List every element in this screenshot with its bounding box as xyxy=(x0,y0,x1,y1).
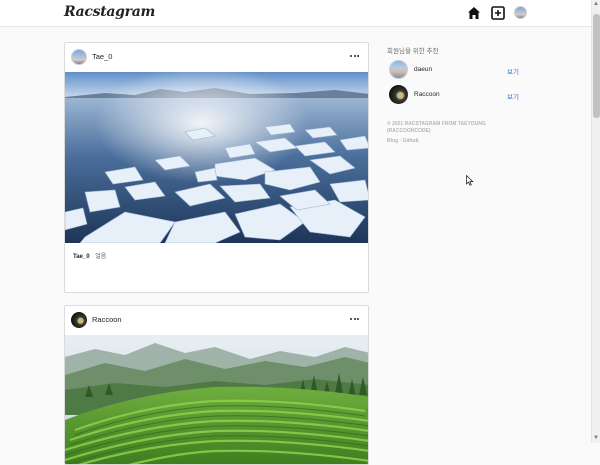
avatar[interactable] xyxy=(389,60,408,79)
top-navigation: Racstagram xyxy=(0,0,600,27)
view-profile-link[interactable]: 보기 xyxy=(507,66,519,76)
post-card: Tae_0 Tae_0 얼음 xyxy=(64,42,369,293)
home-icon[interactable] xyxy=(467,6,481,20)
profile-avatar[interactable] xyxy=(514,6,527,19)
suggestion-username[interactable]: daeun xyxy=(414,66,432,73)
mouse-cursor-icon xyxy=(466,175,474,186)
more-options-icon[interactable] xyxy=(350,318,359,321)
copyright-text: © 2021 Racstagram from Taeyoung (Raccoon… xyxy=(387,121,486,134)
post-image[interactable] xyxy=(65,335,369,465)
post-header: Tae_0 xyxy=(65,43,368,72)
scroll-down-arrow-icon[interactable]: ▼ xyxy=(592,434,600,443)
post-card: Raccoon xyxy=(64,305,369,465)
post-header: Raccoon xyxy=(65,306,368,335)
post-caption: Tae_0 얼음 xyxy=(73,251,106,260)
scroll-up-arrow-icon[interactable]: ▲ xyxy=(592,0,600,9)
post-image[interactable] xyxy=(65,72,369,243)
blog-link[interactable]: Blog xyxy=(387,138,398,144)
avatar[interactable] xyxy=(389,85,408,104)
caption-username[interactable]: Tae_0 xyxy=(73,254,90,260)
more-options-icon[interactable] xyxy=(350,55,359,58)
app-logo[interactable]: Racstagram xyxy=(64,4,155,20)
scrollbar-thumb[interactable] xyxy=(593,14,600,118)
avatar[interactable] xyxy=(71,49,87,65)
suggestion-item: daeun 보기 xyxy=(389,60,524,80)
footer-links: Blog · Github xyxy=(387,138,419,144)
github-link[interactable]: Github xyxy=(403,138,419,144)
suggestion-username[interactable]: Raccoon xyxy=(414,91,440,98)
post-username[interactable]: Tae_0 xyxy=(92,52,112,61)
add-post-icon[interactable] xyxy=(491,6,505,20)
post-username[interactable]: Raccoon xyxy=(92,315,122,324)
suggestion-item: Raccoon 보기 xyxy=(389,85,524,105)
link-separator: · xyxy=(399,138,402,144)
view-profile-link[interactable]: 보기 xyxy=(507,91,519,101)
caption-text: 얼음 xyxy=(95,254,107,260)
suggestions-title: 회원님을 위한 추천 xyxy=(387,48,439,55)
vertical-scrollbar[interactable]: ▲ ▼ xyxy=(591,0,600,443)
avatar[interactable] xyxy=(71,312,87,328)
